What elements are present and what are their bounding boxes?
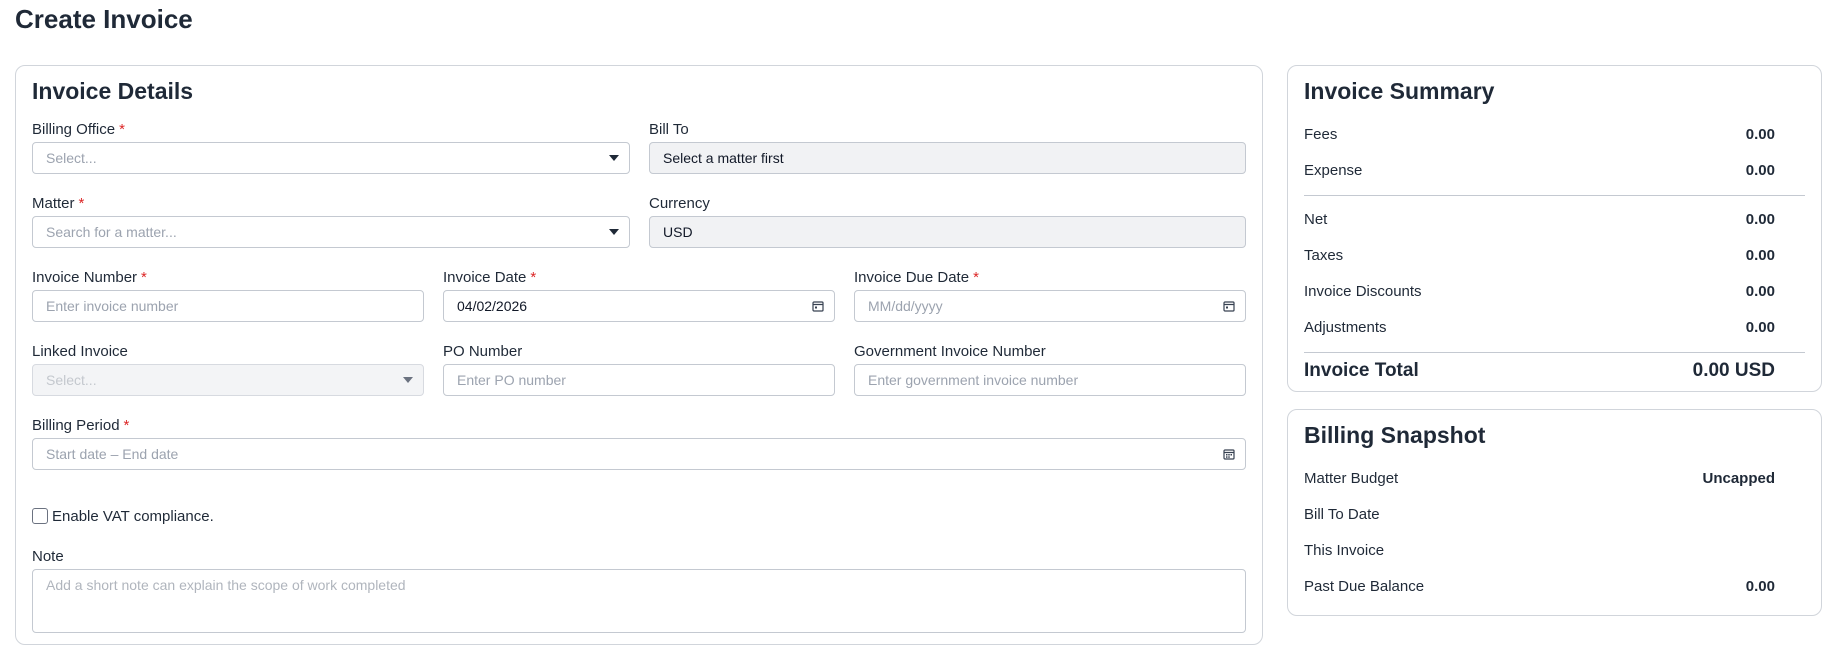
vat-compliance-label[interactable]: Enable VAT compliance.: [52, 508, 214, 525]
invoice-summary-card: Invoice Summary Fees 0.00 Expense 0.00 N…: [1287, 65, 1822, 392]
chevron-down-icon: [403, 377, 413, 383]
snapshot-row-matter-budget: Matter Budget Uncapped: [1304, 468, 1775, 488]
vat-compliance-checkbox[interactable]: [32, 508, 48, 524]
summary-row-taxes: Taxes 0.00: [1304, 245, 1775, 265]
summary-row-adjustments: Adjustments 0.00: [1304, 317, 1775, 337]
summary-row-discounts: Invoice Discounts 0.00: [1304, 281, 1775, 301]
invoice-due-date-placeholder: MM/dd/yyyy: [868, 298, 943, 314]
invoice-total-label: Invoice Total: [1304, 360, 1419, 381]
po-number-input[interactable]: Enter PO number: [443, 364, 835, 396]
invoice-date-label: Invoice Date *: [443, 269, 537, 286]
billing-snapshot-title: Billing Snapshot: [1304, 422, 1486, 448]
fees-value: 0.00: [1745, 125, 1775, 143]
net-label: Net: [1304, 210, 1328, 228]
summary-row-fees: Fees 0.00: [1304, 124, 1775, 144]
adjustments-label: Adjustments: [1304, 318, 1387, 336]
invoice-details-card: Invoice Details Billing Office * Select..…: [15, 65, 1263, 645]
matter-label: Matter *: [32, 195, 85, 212]
currency-field: USD: [649, 216, 1246, 248]
adjustments-value: 0.00: [1745, 318, 1775, 336]
invoice-total-value: 0.00 USD: [1692, 360, 1775, 381]
bill-to-date-label: Bill To Date: [1304, 505, 1380, 523]
invoice-number-input[interactable]: Enter invoice number: [32, 290, 424, 322]
linked-invoice-placeholder: Select...: [46, 372, 97, 388]
summary-row-expense: Expense 0.00: [1304, 160, 1775, 180]
chevron-down-icon: [609, 229, 619, 235]
taxes-value: 0.00: [1745, 246, 1775, 264]
billing-period-label: Billing Period *: [32, 417, 130, 434]
invoice-due-date-input[interactable]: MM/dd/yyyy: [854, 290, 1246, 322]
billing-period-placeholder: Start date – End date: [46, 446, 179, 462]
expense-value: 0.00: [1745, 161, 1775, 179]
chevron-down-icon: [609, 155, 619, 161]
matter-search-select[interactable]: Search for a matter...: [32, 216, 630, 248]
discounts-value: 0.00: [1745, 282, 1775, 300]
summary-divider: [1304, 195, 1805, 196]
summary-divider: [1304, 352, 1805, 353]
matter-budget-value: Uncapped: [1702, 469, 1775, 487]
calendar-icon[interactable]: [1223, 448, 1235, 460]
snapshot-row-this-invoice: This Invoice: [1304, 540, 1775, 560]
invoice-summary-title: Invoice Summary: [1304, 78, 1495, 104]
bill-to-label: Bill To: [649, 121, 689, 138]
expense-label: Expense: [1304, 161, 1363, 179]
note-textarea[interactable]: Add a short note can explain the scope o…: [32, 569, 1246, 633]
invoice-date-value: 04/02/2026: [457, 298, 528, 314]
snapshot-row-past-due: Past Due Balance 0.00: [1304, 576, 1775, 596]
linked-invoice-label: Linked Invoice: [32, 343, 128, 360]
billing-office-select[interactable]: Select...: [32, 142, 630, 174]
invoice-details-title: Invoice Details: [32, 78, 194, 104]
currency-label: Currency: [649, 195, 710, 212]
net-value: 0.00: [1745, 210, 1775, 228]
gov-invoice-number-input[interactable]: Enter government invoice number: [854, 364, 1246, 396]
po-number-label: PO Number: [443, 343, 523, 360]
fees-label: Fees: [1304, 125, 1338, 143]
linked-invoice-select: Select...: [32, 364, 424, 396]
invoice-number-label: Invoice Number *: [32, 269, 147, 286]
calendar-icon[interactable]: [812, 300, 824, 312]
calendar-icon[interactable]: [1223, 300, 1235, 312]
matter-budget-label: Matter Budget: [1304, 469, 1399, 487]
billing-office-label: Billing Office *: [32, 121, 125, 138]
matter-placeholder: Search for a matter...: [46, 224, 177, 240]
note-label: Note: [32, 548, 64, 565]
billing-snapshot-card: Billing Snapshot Matter Budget Uncapped …: [1287, 409, 1822, 616]
billing-office-placeholder: Select...: [46, 150, 97, 166]
this-invoice-label: This Invoice: [1304, 541, 1385, 559]
page-title: Create Invoice: [15, 4, 193, 34]
past-due-value: 0.00: [1745, 577, 1775, 595]
past-due-label: Past Due Balance: [1304, 577, 1425, 595]
summary-row-total: Invoice Total 0.00 USD: [1304, 358, 1775, 384]
discounts-label: Invoice Discounts: [1304, 282, 1422, 300]
snapshot-row-bill-to-date: Bill To Date: [1304, 504, 1775, 524]
bill-to-field: Select a matter first: [649, 142, 1246, 174]
summary-row-net: Net 0.00: [1304, 209, 1775, 229]
invoice-date-input[interactable]: 04/02/2026: [443, 290, 835, 322]
billing-period-input[interactable]: Start date – End date: [32, 438, 1246, 470]
invoice-due-date-label: Invoice Due Date *: [854, 269, 979, 286]
taxes-label: Taxes: [1304, 246, 1344, 264]
gov-invoice-number-label: Government Invoice Number: [854, 343, 1046, 360]
